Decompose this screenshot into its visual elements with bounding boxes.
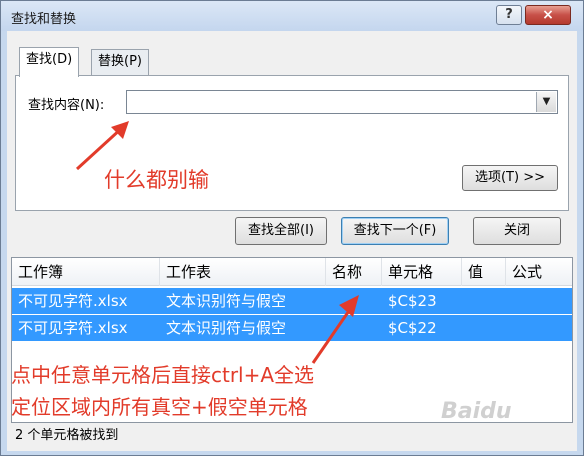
- row-sheet: 文本识别符与假空: [166, 292, 287, 310]
- row-cell: $C$22: [388, 319, 437, 337]
- annotation-select-note-line1: 点中任意单元格后直接ctrl+A全选: [11, 363, 315, 387]
- column-header-formula[interactable]: 公式: [506, 258, 572, 286]
- table-row[interactable]: 不可见字符.xlsx 文本识别符与假空 $C$23: [12, 288, 572, 314]
- options-button[interactable]: 选项(T) >>: [462, 165, 558, 191]
- status-bar: 2 个单元格被找到: [15, 428, 119, 443]
- annotation-select-note-line2: 定位区域内所有真空+假空单元格: [11, 395, 308, 419]
- annotation-arrow-icon: [75, 121, 129, 171]
- window-close-button[interactable]: ×: [525, 5, 571, 25]
- find-replace-dialog: 查找和替换 ? × 查找(D) 替换(P) 查找内容(N): ▼ 选项(T) >…: [0, 0, 584, 456]
- find-what-combobox[interactable]: ▼: [126, 90, 558, 114]
- table-row[interactable]: 不可见字符.xlsx 文本识别符与假空 $C$22: [12, 315, 572, 341]
- results-header: 工作簿 工作表 名称 单元格 值 公式: [12, 258, 572, 286]
- tab-find[interactable]: 查找(D): [19, 47, 80, 77]
- annotation-arrow-icon: [311, 295, 359, 364]
- find-what-input[interactable]: [127, 91, 535, 113]
- help-button[interactable]: ?: [496, 5, 522, 25]
- close-button[interactable]: 关闭: [473, 217, 561, 245]
- find-all-button[interactable]: 查找全部(I): [235, 217, 327, 245]
- row-cell: $C$23: [388, 292, 437, 310]
- row-workbook: 不可见字符.xlsx: [18, 319, 128, 337]
- baidu-watermark-logo: Baidu: [441, 399, 512, 424]
- row-sheet: 文本识别符与假空: [166, 319, 287, 337]
- find-next-button[interactable]: 查找下一个(F): [341, 217, 449, 245]
- column-header-sheet[interactable]: 工作表: [160, 258, 326, 286]
- tab-replace[interactable]: 替换(P): [91, 49, 149, 75]
- find-what-label: 查找内容(N):: [28, 98, 105, 113]
- title-bar: 查找和替换 ? ×: [1, 1, 583, 31]
- dropdown-arrow-icon[interactable]: ▼: [536, 92, 556, 112]
- row-workbook: 不可见字符.xlsx: [18, 292, 128, 310]
- dialog-body: 查找(D) 替换(P) 查找内容(N): ▼ 选项(T) >> 查找全部(I) …: [7, 31, 577, 451]
- dialog-title: 查找和替换: [11, 12, 77, 27]
- column-header-cell[interactable]: 单元格: [382, 258, 462, 286]
- column-header-name[interactable]: 名称: [326, 258, 382, 286]
- column-header-value[interactable]: 值: [462, 258, 506, 286]
- column-header-workbook[interactable]: 工作簿: [12, 258, 160, 286]
